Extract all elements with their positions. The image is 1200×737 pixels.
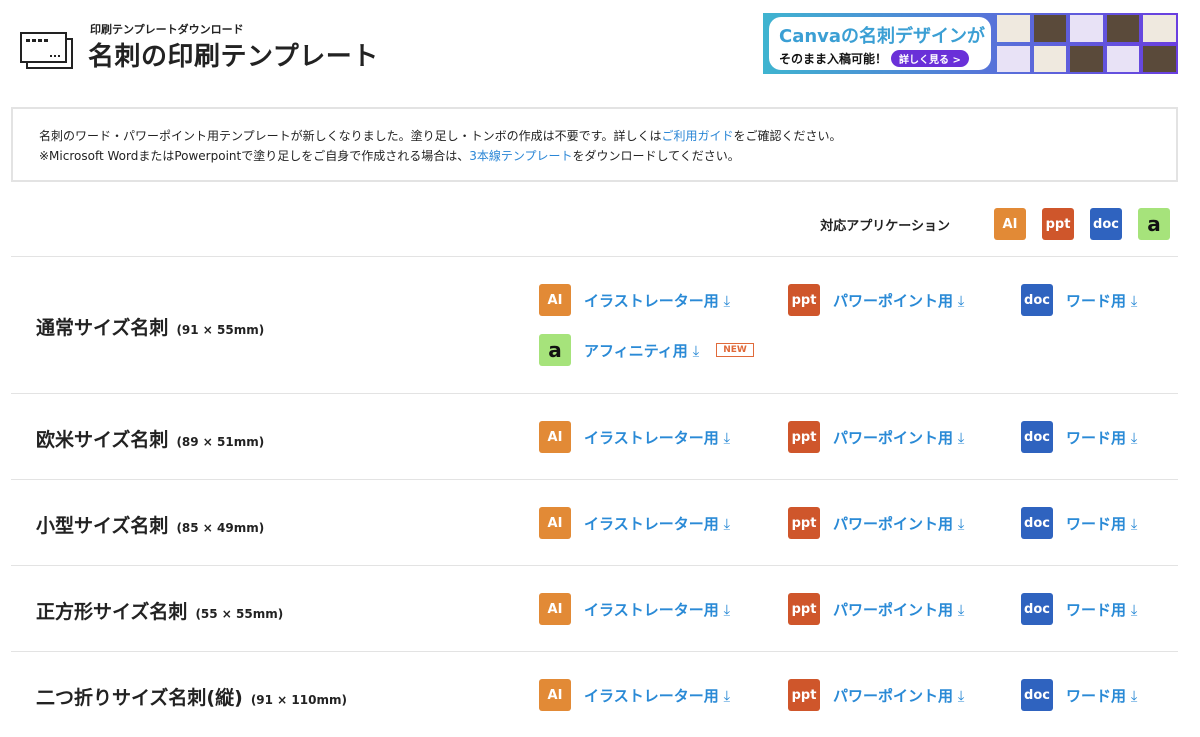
page-subtitle: 印刷テンプレートダウンロード <box>90 23 244 36</box>
doc-icon: doc <box>1021 679 1053 711</box>
page-title: 名刺の印刷テンプレート <box>88 42 379 72</box>
size-dimensions: (85 × 49mm) <box>176 521 265 535</box>
download-ppt-label: パワーポイント用 <box>833 513 964 534</box>
download-doc-label: ワード用 <box>1066 513 1137 534</box>
three-line-template-link[interactable]: 3本線テンプレート <box>469 149 572 163</box>
ai-icon: AI <box>539 421 571 453</box>
banner-subline: そのまま入稿可能！ <box>779 52 888 66</box>
notice-text: をご確認ください。 <box>733 129 842 143</box>
download-ai-label: イラストレーター用 <box>584 290 730 311</box>
ai-icon: AI <box>539 507 571 539</box>
card-size-name: 二つ折りサイズ名刺(縦) (91 × 110mm) <box>36 683 347 710</box>
download-ppt-label: パワーポイント用 <box>833 599 964 620</box>
download-af-link[interactable]: a アフィニティ用 NEW <box>539 334 754 366</box>
size-name: 小型サイズ名刺 <box>36 515 169 537</box>
download-ppt-link[interactable]: ppt パワーポイント用 <box>788 593 964 625</box>
powerpoint-icon: ppt <box>1042 208 1074 240</box>
ai-icon: AI <box>539 593 571 625</box>
download-ppt-link[interactable]: ppt パワーポイント用 <box>788 421 964 453</box>
usage-guide-link[interactable]: ご利用ガイド <box>661 129 733 143</box>
download-ai-link[interactable]: AI イラストレーター用 <box>539 284 730 316</box>
ppt-icon: ppt <box>788 679 820 711</box>
download-ai-label: イラストレーター用 <box>584 513 730 534</box>
size-dimensions: (91 × 110mm) <box>250 693 347 707</box>
download-ppt-link[interactable]: ppt パワーポイント用 <box>788 284 964 316</box>
download-doc-link[interactable]: doc ワード用 <box>1021 284 1137 316</box>
notice-text: ※Microsoft WordまたはPowerpointで塗り足しをご自身で作成… <box>39 149 470 163</box>
download-doc-label: ワード用 <box>1066 685 1137 706</box>
download-doc-label: ワード用 <box>1066 599 1137 620</box>
download-doc-link[interactable]: doc ワード用 <box>1021 593 1137 625</box>
download-ppt-label: パワーポイント用 <box>833 685 964 706</box>
size-dimensions: (91 × 55mm) <box>176 323 265 337</box>
download-ai-link[interactable]: AI イラストレーター用 <box>539 507 730 539</box>
ppt-icon: ppt <box>788 421 820 453</box>
download-ppt-link[interactable]: ppt パワーポイント用 <box>788 507 964 539</box>
banner-thumbnails <box>995 13 1178 74</box>
download-ppt-label: パワーポイント用 <box>833 290 964 311</box>
new-badge: NEW <box>716 343 754 357</box>
template-row: 小型サイズ名刺 (85 × 49mm) AI イラストレーター用 ppt パワーポ… <box>11 479 1178 565</box>
download-ppt-link[interactable]: ppt パワーポイント用 <box>788 679 964 711</box>
template-row: 正方形サイズ名刺 (55 × 55mm) AI イラストレーター用 ppt パワー… <box>11 565 1178 651</box>
download-doc-link[interactable]: doc ワード用 <box>1021 679 1137 711</box>
template-row: 通常サイズ名刺 (91 × 55mm) AI イラストレーター用 ppt パワーポ… <box>11 256 1178 393</box>
card-size-name: 欧米サイズ名刺 (89 × 51mm) <box>36 425 264 452</box>
template-row: 二つ折りサイズ名刺(縦) (91 × 110mm) AI イラストレーター用 pp… <box>11 651 1178 737</box>
download-ai-label: イラストレーター用 <box>584 427 730 448</box>
download-af-label: アフィニティ用 <box>584 340 699 361</box>
notice-text: をダウンロードしてください。 <box>572 149 740 163</box>
template-row: 欧米サイズ名刺 (89 × 51mm) AI イラストレーター用 ppt パワーポ… <box>11 393 1178 479</box>
card-size-name: 通常サイズ名刺 (91 × 55mm) <box>36 313 264 340</box>
size-name: 正方形サイズ名刺 <box>36 601 188 623</box>
canva-banner[interactable]: Canvaの名刺デザインが そのまま入稿可能！ 詳しく見る > <box>763 13 1178 74</box>
word-icon: doc <box>1090 208 1122 240</box>
illustrator-icon: AI <box>994 208 1026 240</box>
download-ai-label: イラストレーター用 <box>584 599 730 620</box>
business-card-icon <box>20 32 73 69</box>
doc-icon: doc <box>1021 507 1053 539</box>
doc-icon: doc <box>1021 593 1053 625</box>
size-dimensions: (55 × 55mm) <box>195 607 284 621</box>
download-doc-label: ワード用 <box>1066 427 1137 448</box>
supported-apps: 対応アプリケーション AI ppt doc a <box>820 208 1170 240</box>
supported-apps-label: 対応アプリケーション <box>820 218 950 234</box>
af-icon: a <box>539 334 571 366</box>
download-ai-label: イラストレーター用 <box>584 685 730 706</box>
affinity-icon: a <box>1138 208 1170 240</box>
card-size-name: 小型サイズ名刺 (85 × 49mm) <box>36 511 264 538</box>
download-doc-label: ワード用 <box>1066 290 1137 311</box>
card-size-name: 正方形サイズ名刺 (55 × 55mm) <box>36 597 283 624</box>
notice-box: 名刺のワード・パワーポイント用テンプレートが新しくなりました。塗り足し・トンボの… <box>11 107 1178 182</box>
banner-headline: Canvaの名刺デザインが <box>779 26 986 47</box>
download-ai-link[interactable]: AI イラストレーター用 <box>539 421 730 453</box>
ai-icon: AI <box>539 284 571 316</box>
size-name: 通常サイズ名刺 <box>36 317 169 339</box>
size-name: 欧米サイズ名刺 <box>36 429 169 451</box>
download-doc-link[interactable]: doc ワード用 <box>1021 421 1137 453</box>
download-ai-link[interactable]: AI イラストレーター用 <box>539 593 730 625</box>
size-dimensions: (89 × 51mm) <box>176 435 265 449</box>
ppt-icon: ppt <box>788 593 820 625</box>
size-name: 二つ折りサイズ名刺(縦) <box>36 687 243 709</box>
notice-text: 名刺のワード・パワーポイント用テンプレートが新しくなりました。塗り足し・トンボの… <box>39 129 662 143</box>
download-ppt-label: パワーポイント用 <box>833 427 964 448</box>
ppt-icon: ppt <box>788 284 820 316</box>
doc-icon: doc <box>1021 284 1053 316</box>
banner-button[interactable]: 詳しく見る > <box>891 50 969 67</box>
ai-icon: AI <box>539 679 571 711</box>
download-doc-link[interactable]: doc ワード用 <box>1021 507 1137 539</box>
download-ai-link[interactable]: AI イラストレーター用 <box>539 679 730 711</box>
ppt-icon: ppt <box>788 507 820 539</box>
doc-icon: doc <box>1021 421 1053 453</box>
